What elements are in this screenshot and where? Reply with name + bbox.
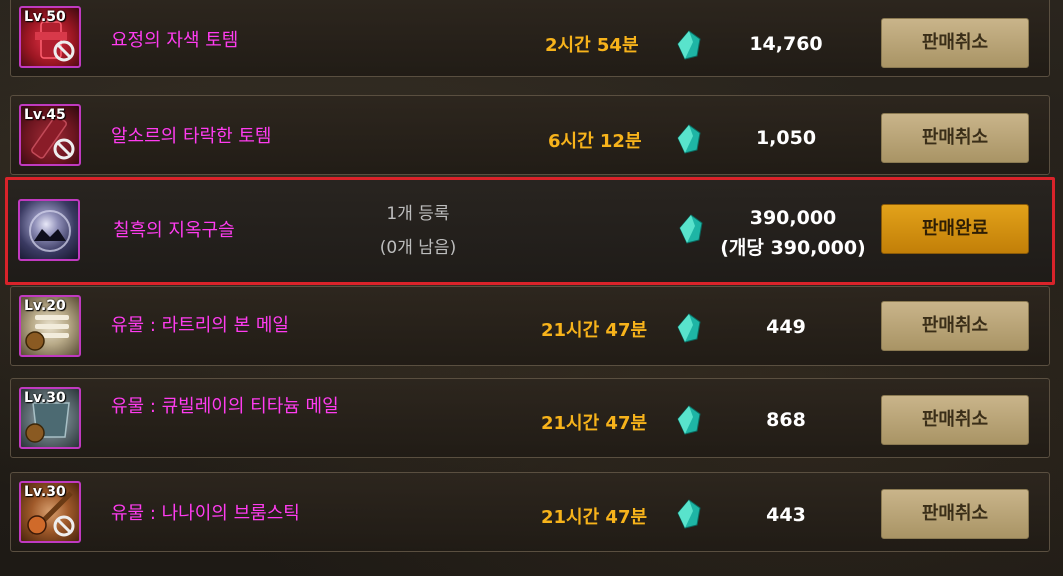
item-name: 유물 : 큐빌레이의 티타늄 메일 [111,396,339,417]
item-icon[interactable]: Lv.30 [19,481,81,543]
cancel-sale-button[interactable]: 판매취소 [881,18,1029,68]
price: 1,050 [755,127,817,149]
item-name: 유물 : 나나이의 브룸스틱 [111,503,300,524]
level-label: Lv.50 [24,9,66,25]
item-icon[interactable]: Lv.45 [19,104,81,166]
time-remaining: 6시간 12분 [548,131,642,152]
item-name: 유물 : 라트리의 본 메일 [111,315,289,336]
item-name: 알소르의 타락한 토템 [111,126,272,147]
item-icon[interactable]: Lv.30 [19,387,81,449]
level-label: Lv.20 [24,298,66,314]
ban-icon [53,40,75,62]
list-item[interactable]: Lv.50 요정의 자색 토템 2시간 54분 14,760 판매취소 [10,0,1050,77]
ban-icon [53,515,75,537]
gem-icon [677,405,701,435]
gem-icon [677,30,701,60]
list-item[interactable]: Lv.30 유물 : 나나이의 브룸스틱 21시간 47분 443 판매취소 [10,472,1050,552]
item-icon[interactable]: Lv.20 [19,295,81,357]
level-label: Lv.30 [24,484,66,500]
cancel-sale-button[interactable]: 판매취소 [881,301,1029,351]
cancel-sale-button[interactable]: 판매취소 [881,489,1029,539]
gem-icon [677,124,701,154]
cancel-sale-button[interactable]: 판매취소 [881,395,1029,445]
time-remaining: 21시간 47분 [541,413,648,434]
list-item-selected[interactable]: 칠흑의 지옥구슬 1개 등록 (0개 남음) 390,000 (개당 390,0… [5,177,1055,285]
level-label: Lv.30 [24,390,66,406]
item-name: 칠흑의 지옥구슬 [113,220,235,241]
orb-icon [29,210,71,252]
price: 449 [766,316,806,338]
price: 443 [766,504,806,526]
unit-price: (개당 390,000) [720,237,866,259]
list-item[interactable]: Lv.20 유물 : 라트리의 본 메일 21시간 47분 449 판매취소 [10,286,1050,366]
time-remaining: 2시간 54분 [545,35,639,56]
remaining-count: (0개 남음) [379,238,457,258]
list-item[interactable]: Lv.45 알소르의 타락한 토템 6시간 12분 1,050 판매취소 [10,95,1050,175]
price: 390,000 [749,207,837,229]
registered-count: 1개 등록 [386,204,450,224]
item-icon[interactable]: Lv.50 [19,6,81,68]
time-remaining: 21시간 47분 [541,320,648,341]
list-item[interactable]: Lv.30 유물 : 큐빌레이의 티타늄 메일 21시간 47분 868 판매취… [10,378,1050,458]
ban-icon [53,138,75,160]
level-label: Lv.45 [24,107,66,123]
item-name: 요정의 자색 토템 [111,30,239,51]
item-icon[interactable] [18,199,80,261]
gem-icon [679,214,703,244]
cancel-sale-button[interactable]: 판매취소 [881,113,1029,163]
gem-icon [677,499,701,529]
time-remaining: 21시간 47분 [541,507,648,528]
sale-complete-button[interactable]: 판매완료 [881,204,1029,254]
price: 14,760 [749,33,823,55]
price: 868 [766,409,806,431]
gem-icon [677,313,701,343]
